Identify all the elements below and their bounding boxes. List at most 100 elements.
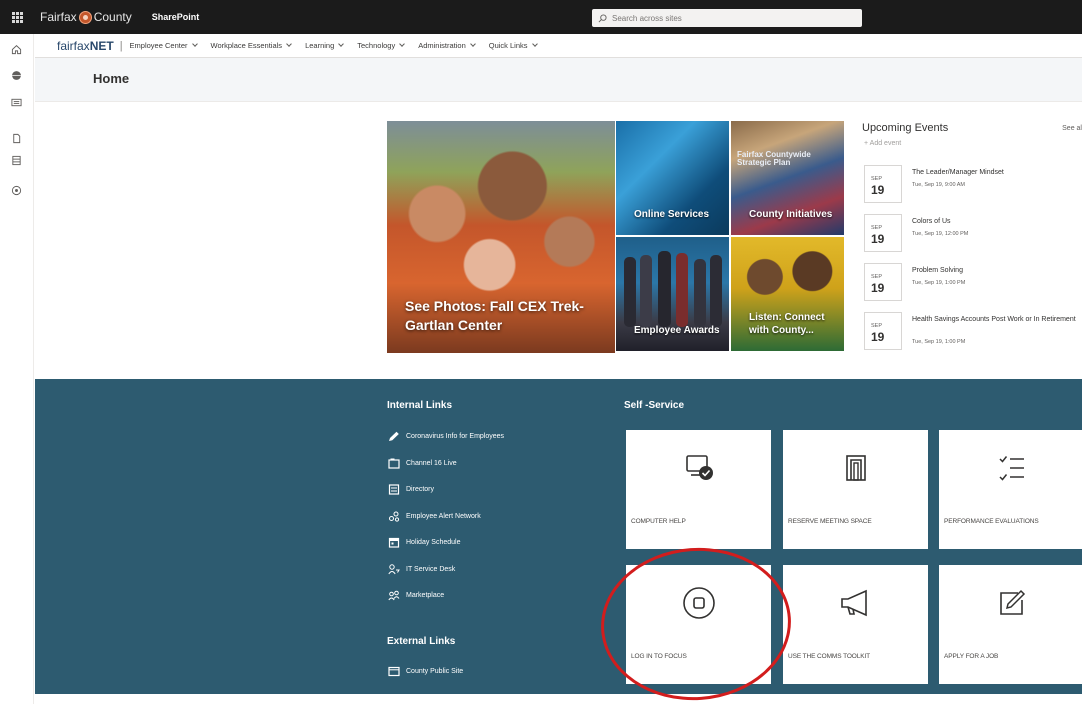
app-bar [0,34,34,704]
chevron-down-icon [531,41,538,47]
tile-log-in-to-focus[interactable]: LOG IN TO FOCUS [626,565,771,684]
hub-nav-employee-center[interactable]: Employee Center [130,41,198,50]
tile-reserve-meeting-space[interactable]: RESERVE MEETING SPACE [783,430,928,549]
person-help-icon [387,564,400,575]
link-coronavirus-info[interactable]: Coronavirus Info for Employees [387,431,504,442]
hub-navigation: fairfaxNET | Employee Center Workplace E… [35,34,1082,58]
hub-nav-administration[interactable]: Administration [418,41,476,50]
create-icon[interactable] [10,184,22,196]
link-marketplace[interactable]: Marketplace [387,590,444,601]
hero-tile-listen[interactable]: Listen: Connect with County... [731,237,844,351]
chevron-down-icon [286,41,292,47]
tile-label: LOG IN TO FOCUS [631,653,687,660]
event-time: Tue, Sep 19, 1:00 PM [912,280,966,286]
hero-main-caption: See Photos: Fall CEX Trek-Gartlan Center [405,298,584,333]
waffle-icon [11,11,23,23]
link-label: Holiday Schedule [406,539,461,546]
computer-check-icon [626,450,771,486]
event-name: Problem Solving [912,267,963,274]
hub-separator: | [119,39,123,52]
people-network-icon [387,511,400,522]
upcoming-events: Upcoming Events See al + Add event SEP 19… [862,122,1082,350]
home-icon[interactable] [10,43,22,55]
link-employee-alert[interactable]: Employee Alert Network [387,511,481,522]
suite-bar: Fairfax County SharePoint [0,0,1082,34]
tile-computer-help[interactable]: COMPUTER HELP [626,430,771,549]
hero-tile-caption: Employee Awards [634,325,720,336]
hero-web-part: See Photos: Fall CEX Trek-Gartlan Center… [387,121,845,353]
event-time: Tue, Sep 19, 12:00 PM [912,231,969,237]
event-time: Tue, Sep 19, 9:00 AM [912,182,965,188]
tile-label: PERFORMANCE EVALUATIONS [944,518,1039,525]
sharepoint-app-name[interactable]: SharePoint [152,12,200,22]
see-all-link[interactable]: See al [1062,125,1082,132]
link-directory[interactable]: Directory [387,484,434,495]
event-item[interactable]: SEP 19 Colors of Us Tue, Sep 19, 12:00 PM [862,214,1082,254]
event-time: Tue, Sep 19, 1:00 PM [912,339,966,345]
search-input[interactable] [612,13,842,23]
file-icon[interactable] [10,132,22,144]
chevron-down-icon [191,41,198,47]
tile-performance-evaluations[interactable]: PERFORMANCE EVALUATIONS [939,430,1082,549]
link-label: Coronavirus Info for Employees [406,433,505,440]
tile-label: USE THE COMMS TOOLKIT [788,653,871,660]
page-header: Home [35,58,1082,102]
external-links-heading: External Links [387,636,456,647]
app-launcher-button[interactable] [0,0,34,34]
org-logo[interactable]: Fairfax County [40,10,132,24]
chevron-down-icon [469,41,476,47]
tile-label: COMPUTER HELP [631,518,686,525]
hero-tile-caption: Listen: Connect with County... [749,312,825,336]
event-date: SEP 19 [864,263,902,301]
hero-tile-caption: County Initiatives [749,209,833,220]
add-event-button[interactable]: + Add event [864,140,1082,147]
hub-nav-workplace-essentials[interactable]: Workplace Essentials [211,41,292,50]
event-item[interactable]: SEP 19 The Leader/Manager Mindset Tue, Se… [862,165,1082,205]
org-name-left: Fairfax [40,10,77,24]
hub-nav-technology[interactable]: Technology [357,41,406,50]
hero-tile-caption: Online Services [634,209,710,220]
megaphone-icon [783,585,928,621]
events-title: Upcoming Events [862,122,949,134]
list-icon[interactable] [10,154,22,166]
link-channel-16[interactable]: Channel 16 Live [387,458,457,469]
hero-tile-employee-awards[interactable]: Employee Awards [616,237,729,351]
link-holiday-schedule[interactable]: Holiday Schedule [387,537,460,548]
event-date: SEP 19 [864,165,902,203]
globe-icon[interactable] [10,69,22,81]
page-title: Home [93,71,130,86]
tile-comms-toolkit[interactable]: USE THE COMMS TOOLKIT [783,565,928,684]
link-it-service-desk[interactable]: IT Service Desk [387,564,455,575]
tile-apply-for-job[interactable]: APPLY FOR A JOB [939,565,1082,684]
self-service-heading: Self -Service [624,400,685,411]
search-box[interactable] [592,9,862,27]
pencil-icon [387,431,400,442]
strategic-plan-overlay: Fairfax Countywide Strategic Plan [737,150,811,167]
link-county-public-site[interactable]: County Public Site [387,666,463,677]
hub-nav-quick-links[interactable]: Quick Links [489,41,538,50]
event-name: Health Savings Accounts Post Work or In … [912,316,1076,323]
hub-site-title[interactable]: fairfaxNET [57,39,114,53]
chevron-down-icon [399,41,406,47]
hero-main-tile[interactable]: See Photos: Fall CEX Trek-Gartlan Center [387,121,615,353]
hub-nav-learning[interactable]: Learning [305,41,345,50]
tile-label: RESERVE MEETING SPACE [788,518,872,525]
hero-tile-county-initiatives[interactable]: Fairfax Countywide Strategic Plan County… [731,121,844,235]
search-icon [598,13,607,22]
tv-icon [387,458,400,469]
edit-window-icon [939,585,1082,621]
link-label: County Public Site [406,668,464,675]
focus-circle-icon [626,585,771,621]
event-item[interactable]: SEP 19 Health Savings Accounts Post Work … [862,312,1082,352]
checklist-icon [939,450,1082,486]
org-name-right: County [93,10,132,24]
news-icon[interactable] [10,96,22,108]
link-label: Employee Alert Network [406,513,481,520]
link-label: IT Service Desk [406,566,456,573]
browser-icon [387,666,400,677]
county-seal-icon [78,10,92,24]
internal-links-heading: Internal Links [387,400,453,411]
event-name: Colors of Us [912,218,951,225]
event-item[interactable]: SEP 19 Problem Solving Tue, Sep 19, 1:00 … [862,263,1082,303]
hero-tile-online-services[interactable]: Online Services [616,121,729,235]
